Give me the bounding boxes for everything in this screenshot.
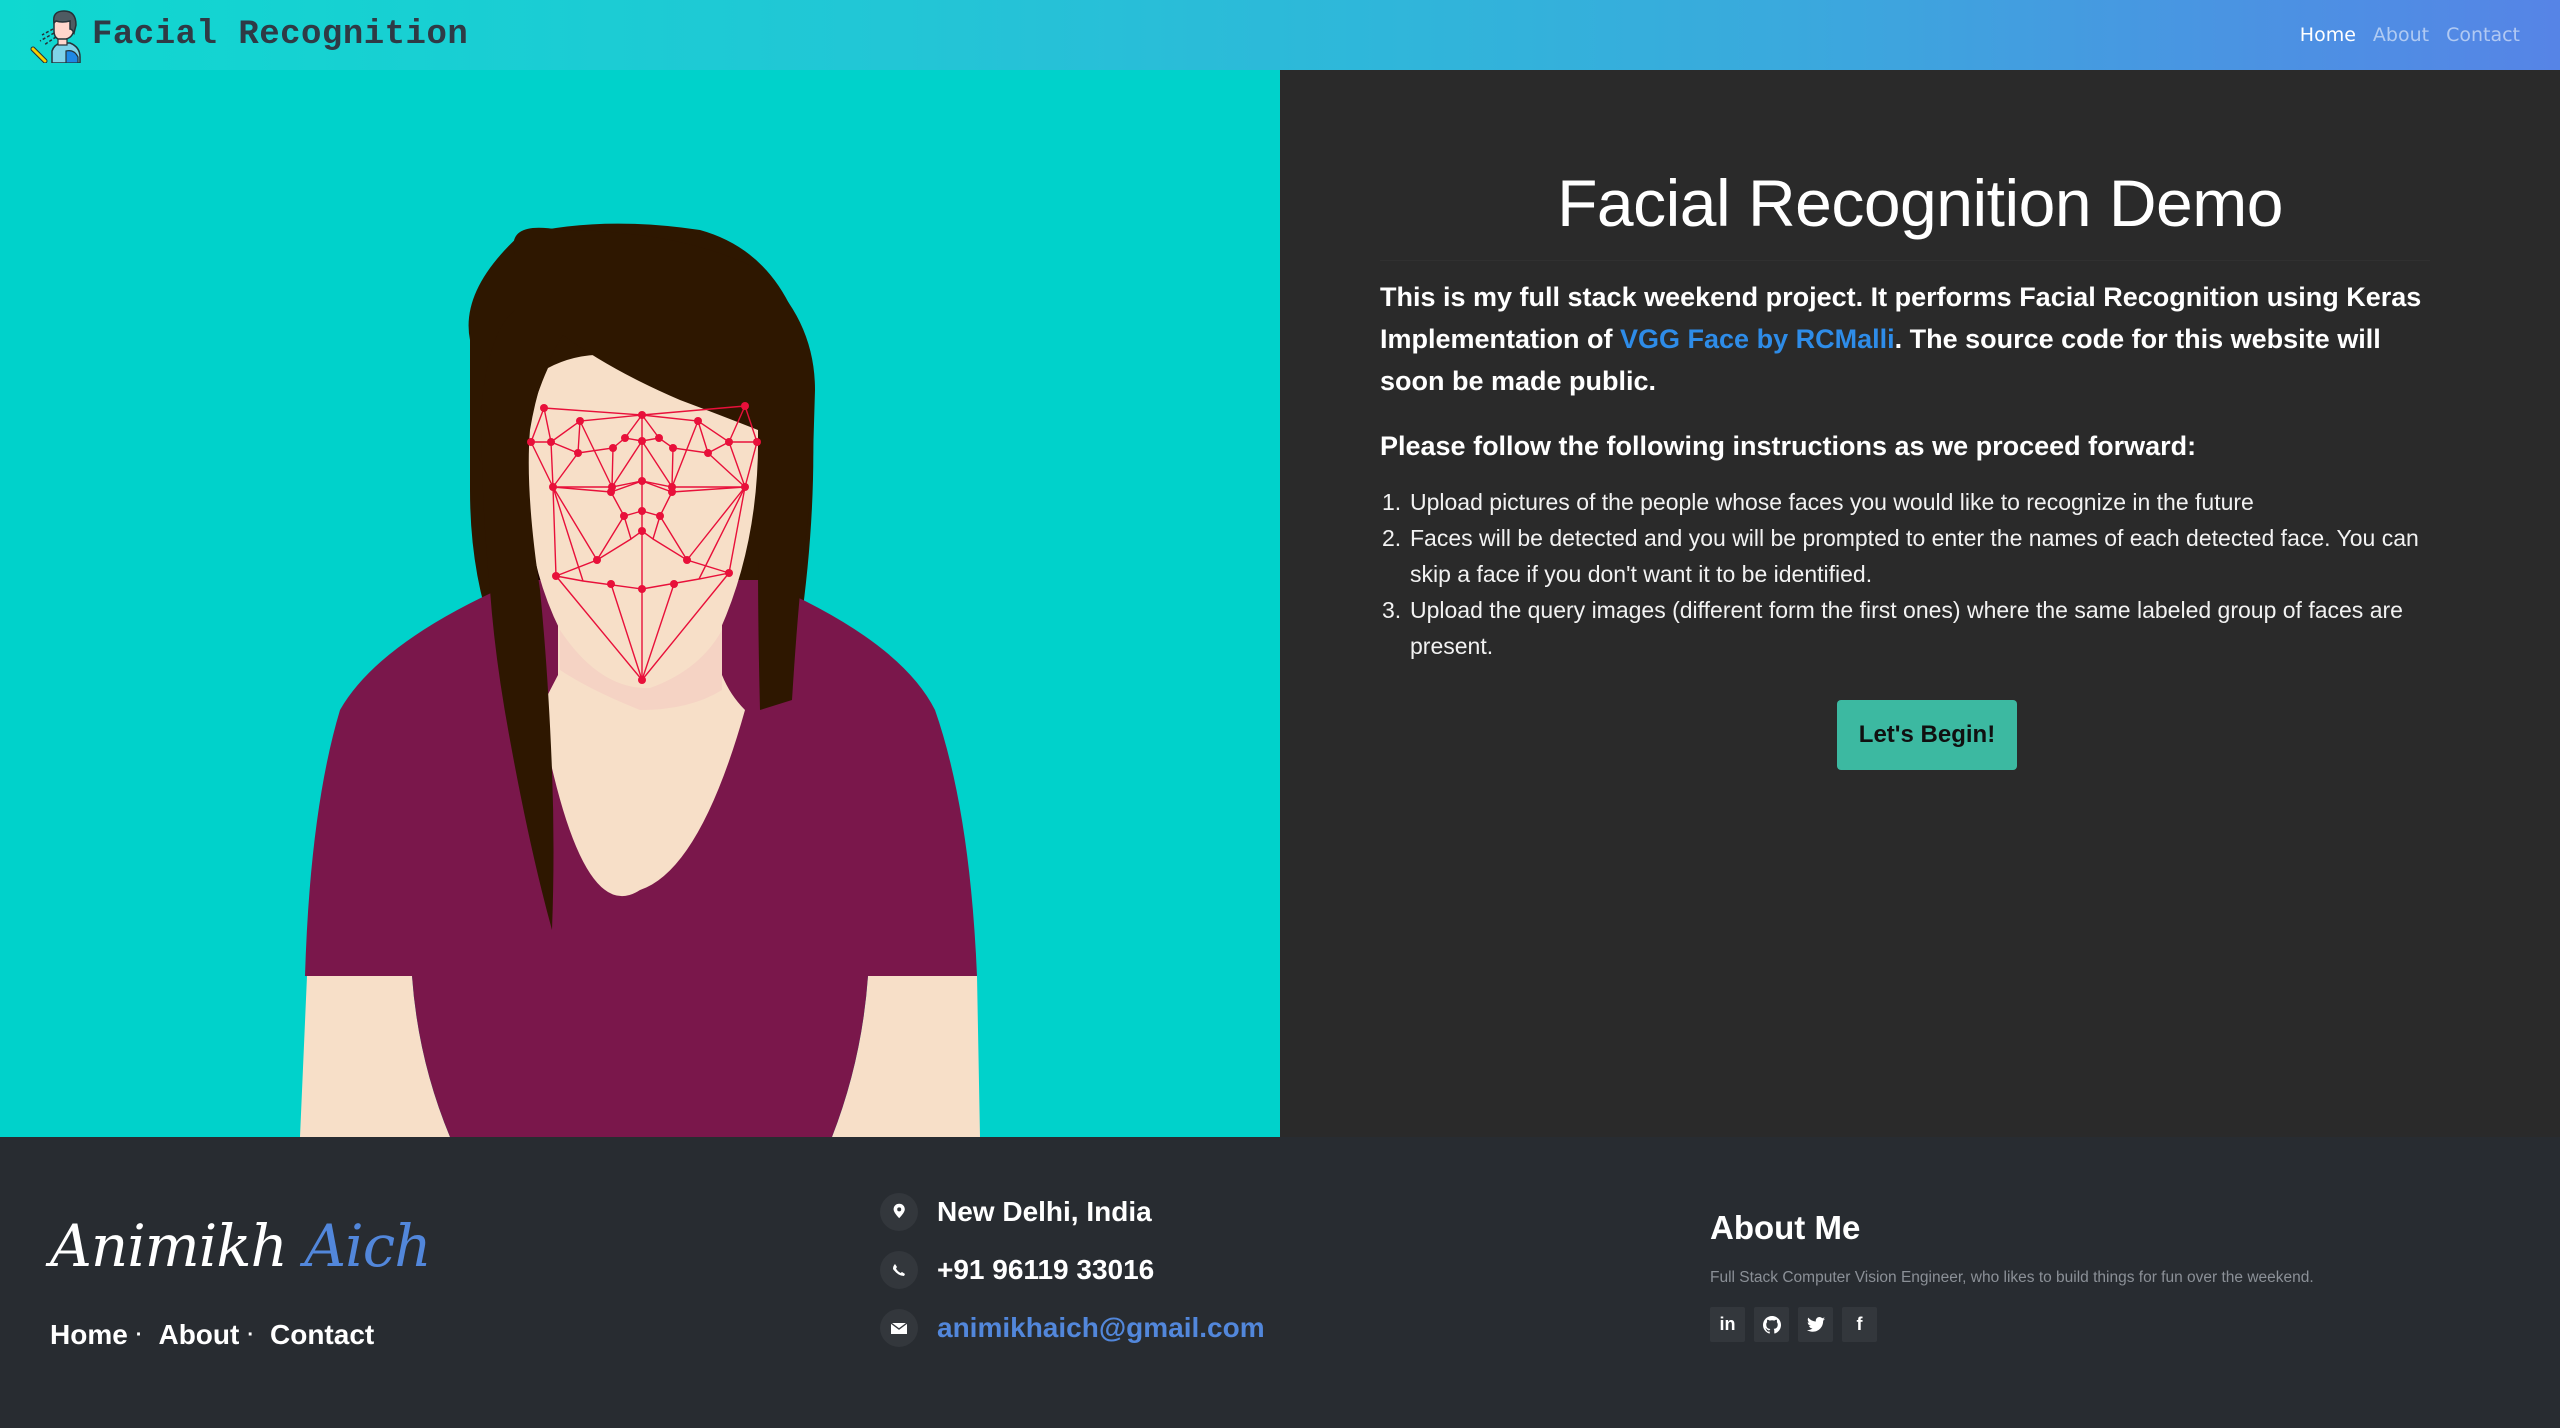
link-separator: ·: [247, 1323, 254, 1346]
location-text: New Delhi, India: [937, 1196, 1152, 1227]
face-scan-person-icon: [30, 10, 81, 63]
brand-link[interactable]: Facial Recognition: [30, 7, 468, 63]
step-number: 1.: [1382, 489, 1402, 515]
step-text: Faces will be detected and you will be p…: [1410, 525, 2419, 587]
woman-face-mesh-illustration: [300, 223, 980, 1137]
footer-nav: Home · About · Contact: [50, 1319, 374, 1351]
phone-icon: [880, 1251, 918, 1289]
github-button[interactable]: [1754, 1307, 1789, 1342]
instructions-list: 1. Upload pictures of the people whose fa…: [1380, 484, 2460, 664]
instructions-heading: Please follow the following instructions…: [1380, 431, 2197, 461]
nav-home[interactable]: Home: [2300, 24, 2356, 46]
phone-text: +91 96119 33016: [937, 1254, 1155, 1285]
nav-contact[interactable]: Contact: [2446, 24, 2520, 46]
top-navbar: Facial Recognition Home About Contact: [0, 0, 2560, 70]
footer: Animikh Aich Home · About · Contact New De…: [0, 1137, 2560, 1428]
instruction-step: 3. Upload the query images (different for…: [1380, 592, 2460, 664]
step-text: Upload the query images (different form …: [1410, 597, 2403, 659]
vgg-face-link[interactable]: VGG Face by RCMalli: [1620, 324, 1895, 354]
nav-about[interactable]: About: [2373, 24, 2429, 46]
facebook-icon: f: [1856, 1314, 1863, 1334]
linkedin-icon: in: [1719, 1314, 1736, 1334]
facebook-button[interactable]: f: [1842, 1307, 1877, 1342]
step-text: Upload pictures of the people whose face…: [1410, 489, 2254, 515]
about-me-heading: About Me: [1710, 1209, 1861, 1246]
step-number: 3.: [1382, 597, 1402, 623]
contact-email: animikhaich@gmail.com: [880, 1309, 1265, 1347]
nav-links: Home About Contact: [2283, 0, 2520, 70]
contact-phone: +91 96119 33016: [880, 1251, 1154, 1289]
envelope-icon: [880, 1309, 918, 1347]
title-divider: [1380, 260, 2430, 261]
instruction-step: 1. Upload pictures of the people whose fa…: [1380, 484, 2460, 520]
social-links: in f: [1710, 1307, 2314, 1342]
contact-location: New Delhi, India: [880, 1193, 1152, 1231]
github-icon: [1762, 1315, 1781, 1334]
page-title: Facial Recognition Demo: [1557, 166, 2283, 240]
author-first-name: Animikh: [50, 1212, 288, 1280]
email-link[interactable]: animikhaich@gmail.com: [937, 1312, 1265, 1344]
about-me-section: About Me Full Stack Computer Vision Engi…: [1710, 1209, 2314, 1342]
footer-author-name: Animikh Aich: [50, 1212, 432, 1280]
intro-panel: Facial Recognition Demo This is my full …: [1280, 70, 2560, 1137]
author-last-name: Aich: [304, 1212, 431, 1280]
about-me-description: Full Stack Computer Vision Engineer, who…: [1710, 1269, 2314, 1286]
twitter-button[interactable]: [1798, 1307, 1833, 1342]
instruction-step: 2. Faces will be detected and you will be…: [1380, 520, 2460, 592]
hero-illustration-panel: [0, 70, 1280, 1137]
footer-link-contact[interactable]: Contact: [270, 1319, 374, 1351]
footer-link-about[interactable]: About: [158, 1319, 239, 1351]
project-description: This is my full stack weekend project. I…: [1380, 276, 2440, 402]
brand-title: Facial Recognition: [92, 16, 469, 54]
link-separator: ·: [135, 1323, 143, 1346]
step-number: 2.: [1382, 525, 1402, 551]
linkedin-button[interactable]: in: [1710, 1307, 1745, 1342]
map-pin-icon: [880, 1193, 918, 1231]
lets-begin-button[interactable]: Let's Begin!: [1837, 700, 2017, 770]
footer-link-home[interactable]: Home: [50, 1319, 128, 1351]
twitter-icon: [1806, 1317, 1825, 1332]
